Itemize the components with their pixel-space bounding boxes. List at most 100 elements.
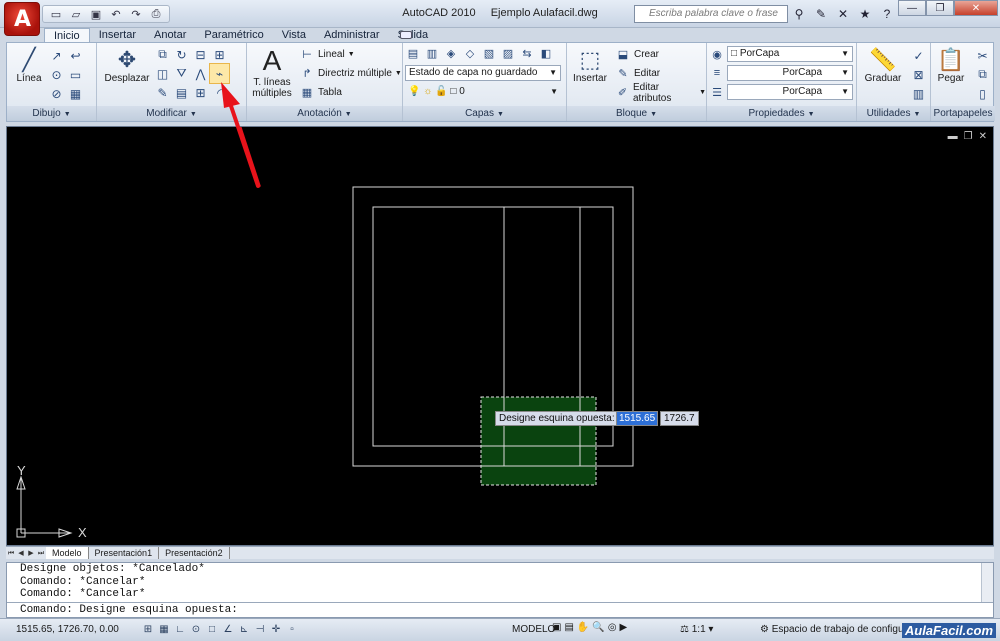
osnap-icon[interactable]: □ [205,622,219,637]
panel-dibujo-footer[interactable]: Dibujo ▼ [7,106,96,121]
arc-return-icon[interactable]: ↩ [66,46,85,65]
insert-block-button[interactable]: ⬚ Insertar [569,47,611,84]
pan-icon[interactable]: ✋ [577,622,589,633]
polar-icon[interactable]: ⊙ [189,622,203,637]
close-button[interactable]: ✕ [954,0,998,16]
line-button[interactable]: ╱ Línea [11,47,47,84]
scale-icon[interactable]: ◫ [153,64,172,83]
tools-icon[interactable]: ✎ [812,5,830,23]
edit-attributes-button[interactable]: ✐ Editar atributos ▼ [615,82,706,104]
linetype-icon[interactable]: ≡ [709,65,725,81]
command-scrollbar[interactable] [981,563,993,603]
linear-dim-button[interactable]: ⊢ Lineal ▼ [299,46,354,63]
layout-tab-presentacion2[interactable]: Presentación2 [159,547,230,559]
qp-icon[interactable]: ▫ [285,622,299,637]
break-icon[interactable]: ⌁ [209,63,230,84]
hatch-icon[interactable]: ▦ [66,84,85,103]
quick-select-icon[interactable]: ✓ [909,46,928,65]
command-prompt[interactable]: Comando: Designe esquina opuesta: [7,602,993,617]
panel-modificar-footer[interactable]: Modificar ▼ [97,106,246,121]
mirror-icon[interactable]: ⋀ [191,64,210,83]
move-button[interactable]: ✥ Desplazar [103,47,151,84]
search-input[interactable]: Escriba palabra clave o frase [634,5,788,23]
fillet-icon[interactable]: ✎ [153,83,172,102]
maximize-button[interactable]: ❐ [926,0,954,16]
ribbon-minimize-icon[interactable] [400,31,412,39]
layer-unisolate-icon[interactable]: ◇ [462,46,478,62]
drawing-canvas[interactable]: ▬ ❐ ✕ Y X Designe esquina opuesta: 1515.… [6,126,994,546]
model-space-toggle[interactable]: MODELO [512,624,555,635]
select-all-icon[interactable]: ⊠ [909,65,928,84]
application-menu-button[interactable]: A [4,2,40,36]
polyline-icon[interactable]: ↗ [47,46,66,65]
panel-bloque-footer[interactable]: Bloque ▼ [567,106,706,121]
tab-insertar[interactable]: Insertar [90,28,145,42]
tab-administrar[interactable]: Administrar [315,28,389,42]
chamfer-icon[interactable]: ◜ [210,83,229,102]
lwt-icon[interactable]: ✛ [269,622,283,637]
layout-tab-presentacion1[interactable]: Presentación1 [89,547,160,559]
rotate-icon[interactable]: ↻ [172,45,191,64]
help-icon[interactable]: ? [878,5,896,23]
prev-tab-icon[interactable]: ◀ [16,548,26,559]
last-tab-icon[interactable]: ⏭ [36,548,46,559]
layer-merge-icon[interactable]: ◧ [538,46,554,62]
satellite-icon[interactable]: ✕ [834,5,852,23]
rectangle-icon[interactable]: ▭ [66,65,85,84]
tab-anotar[interactable]: Anotar [145,28,195,42]
showmotion-icon[interactable]: ▶ [620,622,628,633]
panel-utilidades-footer[interactable]: Utilidades ▼ [857,106,930,121]
grid-icon[interactable]: ▦ [157,622,171,637]
stretch-icon[interactable]: ⛛ [172,64,191,83]
match-color-icon[interactable]: ◉ [709,46,725,62]
ortho-icon[interactable]: ∟ [173,622,187,637]
trim-icon[interactable]: ⊟ [191,45,210,64]
zoom-icon[interactable]: 🔍 [592,622,604,633]
dynamic-input-x[interactable]: 1515.65 [616,411,659,426]
layer-prev-icon[interactable]: ▨ [500,46,516,62]
otrack-icon[interactable]: ∠ [221,622,235,637]
coordinates-readout[interactable]: 1515.65, 1726.70, 0.00 [16,624,119,635]
layer-walk-icon[interactable]: ⇆ [519,46,535,62]
layer-states-icon[interactable]: ▥ [424,46,440,62]
quick-view-layouts-icon[interactable]: ▣ [552,622,561,633]
layer-props-icon[interactable]: ▤ [405,46,421,62]
match-properties-icon[interactable]: ▯ [973,84,992,103]
steeringwheel-icon[interactable]: ◎ [608,622,617,633]
layer-combo[interactable]: 💡 ☼ 🔓 □ 0 ▼ [405,85,561,101]
layer-state-combo[interactable]: Estado de capa no guardado ▼ [405,65,561,81]
edit-block-button[interactable]: ✎ Editar [615,65,660,82]
minimize-button[interactable]: — [898,0,926,16]
quick-view-drawings-icon[interactable]: ▤ [564,622,573,633]
ducs-icon[interactable]: ⊾ [237,622,251,637]
linetype-combo[interactable]: PorCapa ▼ [727,65,853,81]
create-block-button[interactable]: ⬓ Crear [615,46,659,63]
explode-icon[interactable]: ⊞ [191,83,210,102]
offset-icon[interactable]: ⊞ [210,45,229,64]
color-combo[interactable]: □ PorCapa ▼ [727,46,853,62]
calculator-icon[interactable]: ▥ [909,84,928,103]
tab-inicio[interactable]: Inicio [44,28,90,43]
next-tab-icon[interactable]: ▶ [26,548,36,559]
copy-icon[interactable]: ⧉ [973,65,992,84]
layer-iso-icon[interactable]: ◈ [443,46,459,62]
snap-icon[interactable]: ⊞ [141,622,155,637]
lineweight-combo[interactable]: PorCapa ▼ [727,84,853,100]
layer-match-icon[interactable]: ▧ [481,46,497,62]
ellipse-icon[interactable]: ⊘ [47,84,66,103]
panel-anotacion-footer[interactable]: Anotación ▼ [247,106,402,121]
table-button[interactable]: ▦ Tabla [299,84,342,101]
dynamic-input-y[interactable]: 1726.7 [660,411,699,426]
mtext-button[interactable]: A T. líneas múltiples [249,45,295,99]
dyn-icon[interactable]: ⊣ [253,622,267,637]
circle-icon[interactable]: ⊙ [47,65,66,84]
binoculars-icon[interactable]: ⚲ [790,5,808,23]
layout-tab-modelo[interactable]: Modelo [46,547,89,559]
panel-portapapeles-footer[interactable]: Portapapeles [931,106,995,121]
annotation-scale[interactable]: ⚖ 1:1 ▾ [680,624,713,635]
mleader-button[interactable]: ↱ Directriz múltiple ▼ [299,65,401,82]
paste-button[interactable]: 📋 Pegar [933,47,969,84]
tab-salida[interactable]: Salida [389,28,438,42]
panel-propiedades-footer[interactable]: Propiedades ▼ [707,106,856,121]
command-window[interactable]: Designe objetos: *Cancelado* Comando: *C… [6,562,994,618]
